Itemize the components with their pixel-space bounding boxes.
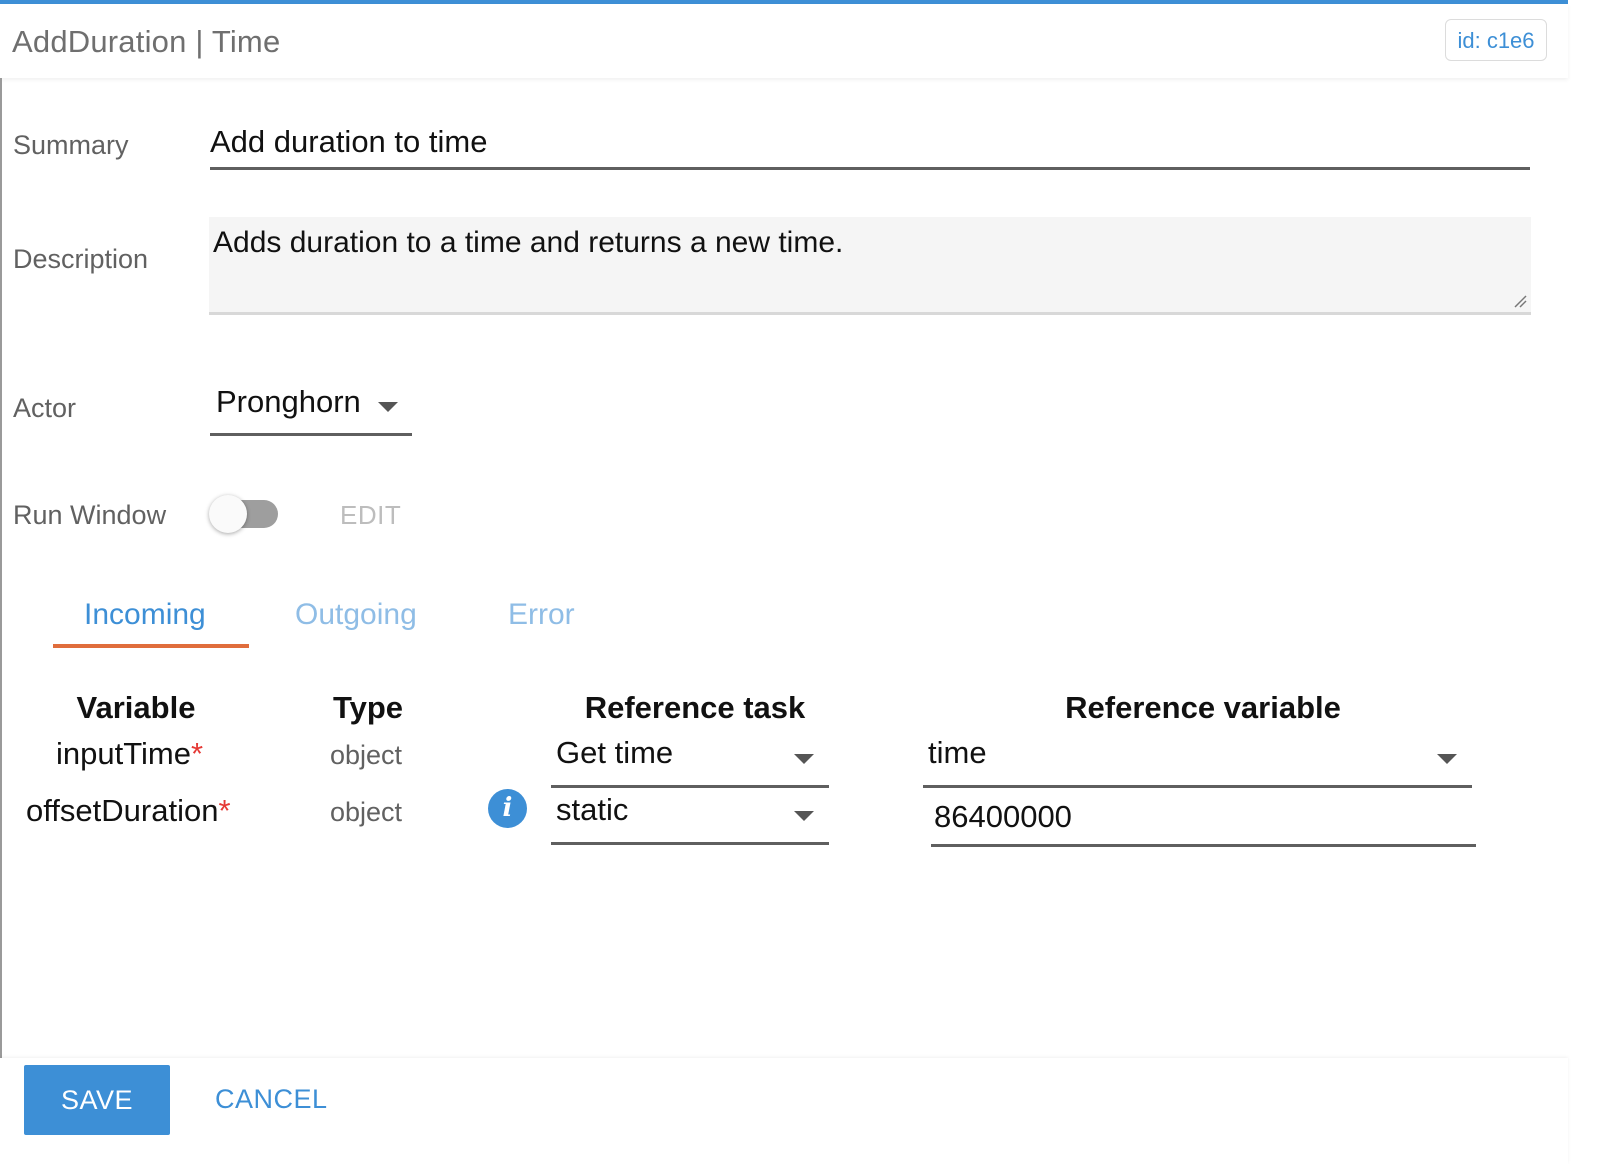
description-label: Description (13, 244, 149, 274)
reference-task-select[interactable]: static (551, 790, 829, 845)
reference-task-select[interactable]: Get time (551, 733, 829, 788)
actor-select[interactable]: Pronghorn (210, 384, 412, 436)
run-window-toggle-knob[interactable] (209, 495, 247, 533)
required-mark: * (190, 736, 204, 771)
active-tab-indicator (53, 644, 249, 648)
info-icon[interactable]: i (488, 789, 527, 828)
actor-value: Pronghorn (216, 384, 361, 419)
variable-type: object (330, 740, 403, 770)
actor-label: Actor (13, 393, 77, 423)
column-header-type: Type (332, 690, 404, 725)
chevron-down-icon (378, 402, 398, 412)
reference-task-value: Get time (556, 735, 674, 770)
summary-input[interactable]: Add duration to time (210, 122, 1530, 170)
cancel-button[interactable]: CANCEL (215, 1084, 328, 1115)
summary-label: Summary (13, 130, 129, 160)
chevron-down-icon (794, 811, 814, 821)
column-header-reference-variable: Reference variable (1065, 690, 1341, 725)
dialog-header: AddDuration | Time id: c1e6 (0, 4, 1568, 78)
reference-variable-value: time (928, 735, 987, 770)
id-badge: id: c1e6 (1445, 19, 1547, 61)
reference-variable-select[interactable]: time (923, 733, 1472, 788)
static-value: 86400000 (934, 799, 1072, 834)
tab-incoming[interactable]: Incoming (84, 598, 206, 632)
description-text: Adds duration to a time and returns a ne… (213, 226, 844, 259)
required-mark: * (218, 793, 231, 828)
variable-type: object (330, 797, 403, 827)
edit-run-window-button[interactable]: EDIT (340, 500, 401, 531)
tab-outgoing[interactable]: Outgoing (295, 598, 417, 632)
chevron-down-icon (1437, 754, 1457, 764)
column-header-variable: Variable (76, 690, 196, 725)
resize-handle-icon[interactable] (1513, 294, 1527, 308)
reference-task-value: static (556, 792, 629, 827)
chevron-down-icon (794, 754, 814, 764)
column-header-reference-task: Reference task (584, 690, 806, 725)
save-button[interactable]: SAVE (24, 1065, 170, 1135)
variable-name: offsetDuration (26, 793, 219, 828)
left-border (0, 78, 2, 1058)
tab-error[interactable]: Error (508, 598, 575, 632)
run-window-label: Run Window (13, 500, 167, 530)
dialog-title: AddDuration | Time (12, 24, 281, 59)
description-textarea[interactable]: Adds duration to a time and returns a ne… (209, 217, 1531, 315)
static-value-input[interactable]: 86400000 (931, 797, 1476, 847)
table-row-variable: offsetDuration* (26, 793, 231, 829)
table-row-variable: inputTime* (56, 736, 203, 772)
variable-name: inputTime (56, 736, 191, 771)
